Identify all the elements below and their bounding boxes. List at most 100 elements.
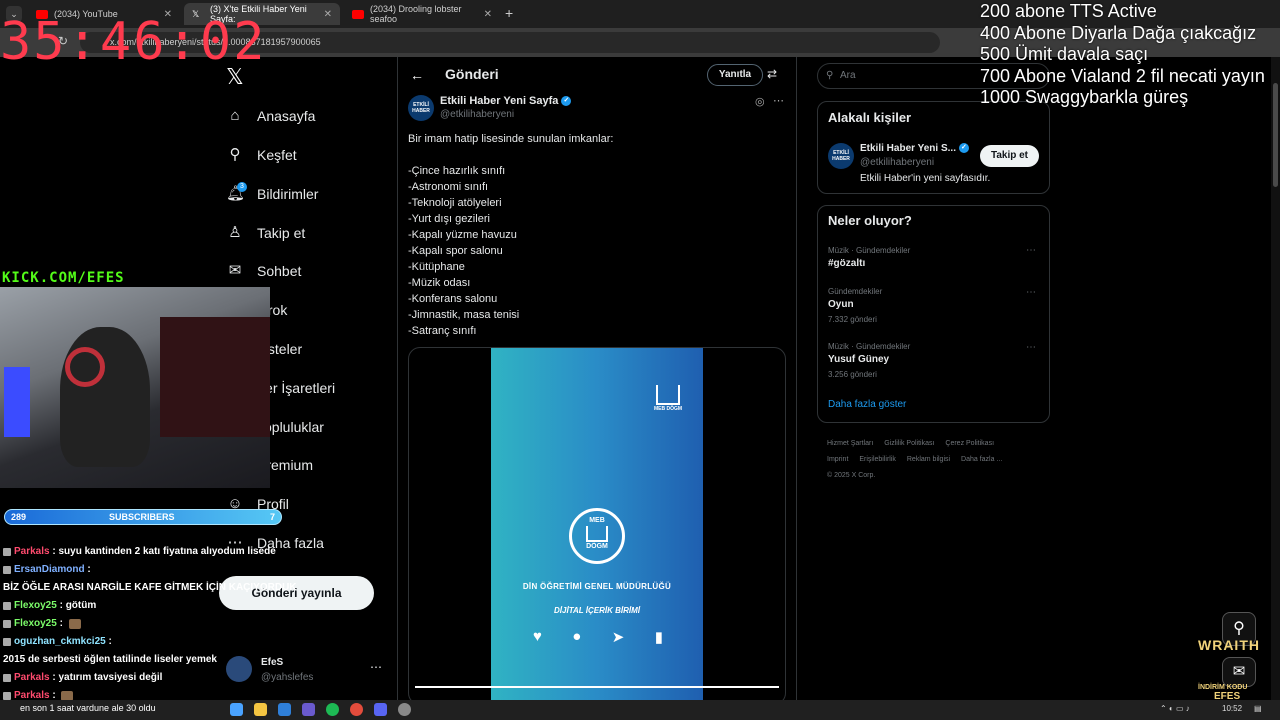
app-icon[interactable] xyxy=(302,703,315,716)
footer-link[interactable]: Reklam bilgisi xyxy=(907,456,950,463)
headset xyxy=(65,347,105,387)
footer-link[interactable]: Çerez Politikası xyxy=(945,440,994,447)
verified-icon: ✓ xyxy=(958,143,969,154)
back-arrow-icon[interactable]: ← xyxy=(410,67,424,83)
spotify-icon[interactable] xyxy=(326,703,339,716)
search-icon: ⚲ xyxy=(826,70,834,81)
trend-count: 3.256 gönderi xyxy=(828,370,877,379)
scrollbar[interactable] xyxy=(1271,57,1280,705)
goal-item: 1000 Swaggybarkla güreş xyxy=(980,87,1189,107)
show-more-link[interactable]: Daha fazla göster xyxy=(828,399,906,410)
chat-badge-icon xyxy=(3,602,11,610)
file-explorer-icon[interactable] xyxy=(254,703,267,716)
post-line: -Çince hazırlık sınıfı xyxy=(408,165,506,177)
sub-label: SUBSCRIBERS xyxy=(109,512,175,522)
search-placeholder: Ara xyxy=(840,70,856,81)
related-handle: @etkilihaberyeni xyxy=(860,157,935,168)
chat-username[interactable]: Flexoy25 xyxy=(14,597,57,615)
author-name[interactable]: Etkili Haber Yeni Sayfa ✓ xyxy=(440,95,572,107)
share-icon: ➤ xyxy=(611,629,625,646)
sub-target: 7 xyxy=(269,512,275,522)
goal-item: 500 Ümit davala saçı xyxy=(980,44,1149,64)
follow-button[interactable]: Takip et xyxy=(980,145,1039,167)
post-line: -Yurt dışı gezileri xyxy=(408,213,490,225)
post-line: -Teknoloji atölyeleri xyxy=(408,197,502,209)
related-name[interactable]: Etkili Haber Yeni S... ✓ xyxy=(860,143,969,154)
chat-message: Flexoy25 : xyxy=(3,615,323,633)
tab-youtube-lobster[interactable]: (2034) Drooling lobster seafoo ✕ xyxy=(344,3,500,25)
trend-item[interactable]: #gözaltı xyxy=(828,258,865,269)
chat-emote-icon xyxy=(68,619,81,629)
obs-icon[interactable] xyxy=(398,703,411,716)
verified-icon: ✓ xyxy=(561,96,572,107)
logo-text: MEB DÖGM xyxy=(654,406,683,412)
mail-icon: ✉ xyxy=(228,262,242,279)
add-user-icon: ♙ xyxy=(228,224,242,241)
author-handle[interactable]: @etkilihaberyeni xyxy=(440,109,514,120)
footer-link[interactable]: Gizlilik Politikası xyxy=(884,440,934,447)
chat-badge-icon xyxy=(3,692,11,700)
search-icon: ⚲ xyxy=(229,146,241,163)
scrollbar-thumb[interactable] xyxy=(1273,83,1278,187)
logo-bottom-text: DÖGM xyxy=(586,543,608,550)
footer-link[interactable]: Hizmet Şartları xyxy=(827,440,873,447)
chrome-icon[interactable] xyxy=(350,703,363,716)
meb-logo-small: MEB DÖGM xyxy=(654,385,682,412)
related-avatar[interactable]: ETKİLİ HABER xyxy=(828,143,854,169)
trend-item[interactable]: Yusuf Güney xyxy=(828,354,889,365)
video-progress-bar[interactable] xyxy=(415,686,779,688)
close-icon[interactable]: ✕ xyxy=(484,9,492,20)
nav-home[interactable]: ⌂ Anasayfa xyxy=(226,104,315,128)
trend-meta: Gündemdekiler xyxy=(828,287,883,296)
chat-badge-icon xyxy=(3,566,11,574)
trend-item[interactable]: Oyun xyxy=(828,299,854,310)
chat-separator: : xyxy=(56,600,66,611)
chat-username[interactable]: Parkals xyxy=(14,543,50,561)
chat-username[interactable]: Parkals xyxy=(14,669,50,687)
nav-chat[interactable]: ✉ Sohbet xyxy=(226,259,302,283)
footer-link[interactable]: Imprint xyxy=(827,456,848,463)
chat-username[interactable]: oguzhan_ckmkci25 xyxy=(14,633,106,651)
grok-icon[interactable]: ◎ xyxy=(755,95,765,108)
nav-explore[interactable]: ⚲ Keşfet xyxy=(226,143,297,167)
footer-link[interactable]: Erişilebilirlik xyxy=(859,456,896,463)
more-icon[interactable]: ⋯ xyxy=(1026,287,1036,298)
more-icon[interactable]: ⋯ xyxy=(370,660,382,674)
notification-badge: 3 xyxy=(237,182,247,192)
trend-count: 7.332 gönderi xyxy=(828,315,877,324)
meb-logo-icon xyxy=(656,385,681,405)
more-icon[interactable]: ⋯ xyxy=(1026,342,1036,353)
chat-username[interactable]: Flexoy25 xyxy=(14,615,57,633)
new-tab-button[interactable]: + xyxy=(505,5,513,21)
chat-badge-icon xyxy=(3,638,11,646)
trend-meta: Müzik · Gündemdekiler xyxy=(828,246,911,255)
author-name-text: Etkili Haber Yeni Sayfa xyxy=(440,95,559,107)
reply-button[interactable]: Yanıtla xyxy=(707,64,763,86)
chat-username[interactable]: ErsanDiamond xyxy=(14,561,85,579)
tray-icons[interactable]: ⌃ ◐ ▭ ♪ xyxy=(1160,704,1190,713)
post-line: -Müzik odası xyxy=(408,277,471,289)
nav-follow[interactable]: ♙ Takip et xyxy=(226,221,305,245)
chat-separator: : xyxy=(56,618,66,629)
author-avatar[interactable]: ETKİLİ HABER xyxy=(408,95,434,121)
chat-text: 2015 de serbesti öğlen tatilinde liseler… xyxy=(3,654,217,665)
trends-panel xyxy=(817,205,1050,423)
footer-links: Hizmet Şartları Gizlilik Politikası Çere… xyxy=(827,436,1052,484)
chat-text: suyu kantinden 2 katı fiyatına alıyodum … xyxy=(58,546,276,557)
sliders-icon[interactable]: ⇄ xyxy=(767,67,777,81)
more-icon[interactable]: ⋯ xyxy=(1026,245,1036,256)
windows-start-icon[interactable] xyxy=(230,703,243,716)
chat-text: götüm xyxy=(65,600,97,611)
trend-meta: Müzik · Gündemdekiler xyxy=(828,342,911,351)
notification-icon[interactable]: ▤ xyxy=(1254,704,1262,713)
chat-message: Flexoy25 : götüm xyxy=(3,597,323,615)
post-media-video[interactable]: MEB DÖGM MEB DÖGM DİN ÖĞRETİMİ GENEL MÜD… xyxy=(408,347,786,705)
discord-icon[interactable] xyxy=(374,703,387,716)
outlook-icon[interactable] xyxy=(278,703,291,716)
stream-timer: 35:46:02 xyxy=(0,12,267,72)
close-icon[interactable]: ✕ xyxy=(324,9,332,20)
chat-message: Parkals : yatırım tavsiyesi değil xyxy=(3,669,323,687)
more-icon[interactable]: ⋯ xyxy=(773,94,784,107)
footer-link[interactable]: Daha fazla ... xyxy=(961,456,1002,463)
chat-separator: : xyxy=(105,636,115,647)
